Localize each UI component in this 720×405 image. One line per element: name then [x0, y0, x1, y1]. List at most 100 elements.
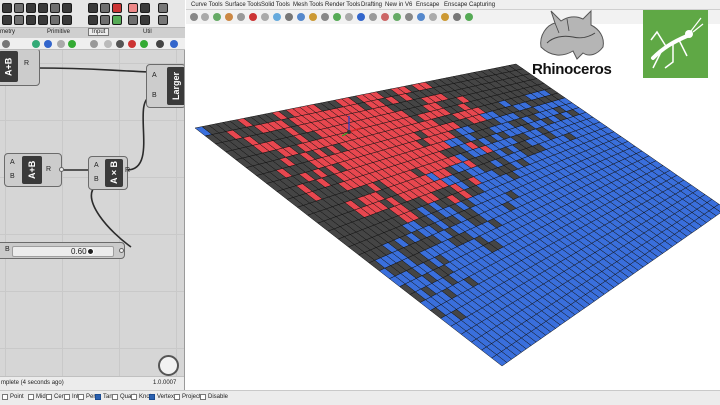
osnap-checkbox[interactable] — [112, 394, 118, 400]
osnap-checkbox[interactable] — [64, 394, 70, 400]
component-icon[interactable] — [128, 15, 138, 25]
component-icon[interactable] — [38, 15, 48, 25]
component-icon[interactable] — [112, 15, 122, 25]
component-icon[interactable] — [2, 15, 12, 25]
addition-component-top[interactable]: A+B R — [0, 50, 40, 86]
output-pin[interactable]: R — [24, 60, 29, 67]
help-icon[interactable] — [170, 40, 178, 48]
tool-icon[interactable] — [369, 13, 377, 21]
tool-icon[interactable] — [465, 13, 473, 21]
tab-solid-tools[interactable]: Solid Tools — [261, 2, 290, 8]
input-pin[interactable]: A — [94, 162, 99, 169]
preview-icon[interactable] — [32, 40, 40, 48]
zoom-icon[interactable] — [2, 40, 10, 48]
component-icon[interactable] — [26, 3, 36, 13]
component-icon[interactable] — [112, 3, 122, 13]
osnap-checkbox[interactable] — [200, 394, 206, 400]
preview-mode-icon[interactable] — [90, 40, 98, 48]
component-icon[interactable] — [158, 3, 168, 13]
tab-render-tools[interactable]: Render Tools — [325, 2, 360, 8]
category-geometry[interactable]: metry — [0, 29, 15, 35]
tool-icon[interactable] — [201, 13, 209, 21]
tool-icon[interactable] — [213, 13, 221, 21]
tab-drafting[interactable]: Drafting — [361, 2, 382, 8]
tool-icon[interactable] — [225, 13, 233, 21]
osnap-project[interactable]: Project — [174, 394, 201, 400]
component-icon[interactable] — [50, 3, 60, 13]
input-pin[interactable]: B — [10, 173, 15, 180]
osnap-checkbox[interactable] — [149, 394, 155, 400]
component-icon[interactable] — [140, 15, 150, 25]
component-icon[interactable] — [88, 15, 98, 25]
osnap-point[interactable]: Point — [2, 394, 24, 400]
tool-icon[interactable] — [261, 13, 269, 21]
input-pin[interactable]: A — [10, 159, 15, 166]
tool-icon[interactable] — [357, 13, 365, 21]
save-icon[interactable] — [44, 40, 52, 48]
osnap-vertex[interactable]: Vertex — [149, 394, 174, 400]
tool-icon[interactable] — [453, 13, 461, 21]
tab-enscape[interactable]: Enscape — [416, 2, 439, 8]
category-util[interactable]: Util — [143, 29, 152, 35]
preview-mode-icon[interactable] — [104, 40, 112, 48]
tool-icon[interactable] — [345, 13, 353, 21]
navigation-compass-icon[interactable] — [158, 355, 179, 376]
tool-icon[interactable] — [285, 13, 293, 21]
component-icon[interactable] — [2, 3, 12, 13]
osnap-disable[interactable]: Disable — [200, 394, 228, 400]
larger-component[interactable]: A B Larger — [146, 64, 184, 108]
component-icon[interactable] — [38, 3, 48, 13]
tab-new-in-v6[interactable]: New in V6 — [385, 2, 412, 8]
slider-knob[interactable] — [86, 248, 94, 255]
component-icon[interactable] — [140, 3, 150, 13]
preview-mode-icon[interactable] — [140, 40, 148, 48]
input-pin[interactable]: A — [152, 72, 157, 79]
osnap-checkbox[interactable] — [95, 394, 101, 400]
output-grip[interactable] — [119, 248, 124, 253]
osnap-checkbox[interactable] — [78, 394, 84, 400]
component-icon[interactable] — [62, 15, 72, 25]
tool-icon[interactable] — [273, 13, 281, 21]
multiplication-component[interactable]: A B A×B R — [88, 156, 130, 190]
tool-icon[interactable] — [333, 13, 341, 21]
osnap-checkbox[interactable] — [28, 394, 34, 400]
osnap-checkbox[interactable] — [2, 394, 8, 400]
input-pin[interactable]: B — [94, 176, 99, 183]
osnap-checkbox[interactable] — [174, 394, 180, 400]
component-icon[interactable] — [100, 3, 110, 13]
grasshopper-canvas[interactable]: A+B R A B Larger A B A+B R A B A×B R B 0… — [0, 50, 184, 376]
osnap-mid[interactable]: Mid — [28, 394, 46, 400]
tool-icon[interactable] — [321, 13, 329, 21]
tool-icon[interactable] — [309, 13, 317, 21]
osnap-int[interactable]: Int — [64, 394, 79, 400]
tool-icon[interactable] — [237, 13, 245, 21]
tab-surface-tools[interactable]: Surface Tools — [225, 2, 261, 8]
tab-mesh-tools[interactable]: Mesh Tools — [293, 2, 323, 8]
osnap-checkbox[interactable] — [131, 394, 137, 400]
eye-icon[interactable] — [68, 40, 76, 48]
tool-icon[interactable] — [190, 13, 198, 21]
output-pin[interactable]: R — [125, 167, 130, 174]
osnap-cen[interactable]: Cen — [46, 394, 65, 400]
addition-component[interactable]: A B A+B R — [4, 153, 64, 187]
component-icon[interactable] — [50, 15, 60, 25]
tab-enscape-capturing[interactable]: Enscape Capturing — [444, 2, 495, 8]
preview-mode-icon[interactable] — [128, 40, 136, 48]
category-input[interactable]: Input — [88, 28, 110, 36]
tool-icon[interactable] — [393, 13, 401, 21]
tool-icon[interactable] — [249, 13, 257, 21]
tool-icon[interactable] — [297, 13, 305, 21]
component-icon[interactable] — [14, 15, 24, 25]
output-pin[interactable]: R — [46, 166, 51, 173]
tool-icon[interactable] — [441, 13, 449, 21]
osnap-checkbox[interactable] — [46, 394, 52, 400]
tool-icon[interactable] — [429, 13, 437, 21]
tab-curve-tools[interactable]: Curve Tools — [191, 2, 223, 8]
component-icon[interactable] — [88, 3, 98, 13]
bake-icon[interactable] — [156, 40, 164, 48]
sketch-icon[interactable] — [57, 40, 65, 48]
component-icon[interactable] — [14, 3, 24, 13]
output-grip[interactable] — [59, 167, 64, 172]
component-icon[interactable] — [128, 3, 138, 13]
input-pin[interactable]: B — [152, 92, 157, 99]
